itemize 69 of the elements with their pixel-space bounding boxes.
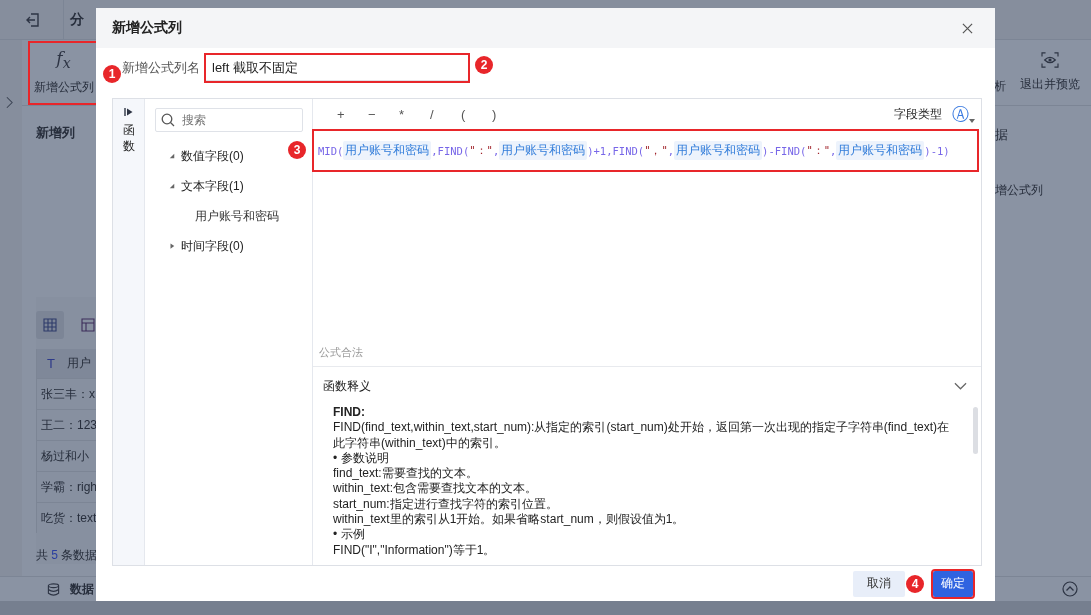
chevron-down-icon[interactable] xyxy=(954,382,967,390)
tree-item[interactable]: 文本字段(1) xyxy=(181,177,244,195)
expanded-caret-icon[interactable] xyxy=(169,183,175,189)
field-type-dropdown[interactable]: Ⓐ xyxy=(952,103,969,126)
doc-text: within_text里的索引从1开始。如果省略start_num，则假设值为1。 xyxy=(333,512,686,528)
tree-item[interactable]: 数值字段(0) xyxy=(181,147,244,165)
functions-tab[interactable]: 函数 xyxy=(122,123,135,155)
operator-button[interactable]: * xyxy=(399,107,430,122)
exit-preview-button[interactable]: 退出并预览 xyxy=(1020,52,1080,93)
toolbar-button[interactable]: 析 xyxy=(994,78,1006,95)
doc-text: FIND(find_text,within_text,start_num):从指定的索引(start_num)处开始，返回第一次出现的指定子字符串(find_text)在此字符串(within_text)中的索引。 xyxy=(333,420,951,451)
callout-badge: 4 xyxy=(906,574,924,593)
formula-text: ,FIND( xyxy=(431,144,470,157)
eye-icon xyxy=(1041,52,1059,68)
callout-badge: 3 xyxy=(288,141,306,159)
operator-button[interactable]: − xyxy=(368,107,399,122)
exit-icon[interactable] xyxy=(25,11,41,28)
bottom-tab[interactable]: 数据 xyxy=(70,580,94,598)
formula-text: MID( xyxy=(318,144,344,157)
close-icon[interactable] xyxy=(962,22,973,34)
callout-badge: 2 xyxy=(475,56,493,74)
operator-button[interactable]: / xyxy=(430,107,461,122)
expand-panel-icon[interactable] xyxy=(123,107,134,117)
doc-heading: FIND: xyxy=(333,405,366,421)
section-title: 函数释义 xyxy=(323,377,371,395)
tree-item[interactable]: 用户账号和密码 xyxy=(155,201,302,231)
formula-text: , xyxy=(492,144,500,157)
collapsed-caret-icon[interactable] xyxy=(169,243,175,249)
doc-text: start_num:指定进行查找字符的索引位置。 xyxy=(333,496,559,513)
formula-text: "，" xyxy=(644,143,668,158)
scrollbar[interactable] xyxy=(973,407,978,454)
search-icon xyxy=(161,113,175,127)
doc-text: • 示例 xyxy=(333,527,366,543)
formula-status: 公式合法 xyxy=(313,345,981,367)
formula-text: "：" xyxy=(806,143,831,158)
formula-text: , xyxy=(667,144,675,157)
database-icon xyxy=(47,582,60,596)
operator-button[interactable]: ) xyxy=(492,107,523,122)
formula-text: )-1) xyxy=(924,144,950,157)
doc-text: find_text:需要查找的文本。 xyxy=(333,466,479,482)
doc-text: • 参数说明 xyxy=(333,450,390,467)
panel-text: 增公式列 xyxy=(995,182,1044,199)
record-count: 共 5 条数据 xyxy=(36,547,99,564)
formula-text: , xyxy=(830,144,837,157)
caret-icon[interactable] xyxy=(969,118,975,123)
tree-item[interactable]: 时间字段(0) xyxy=(181,237,244,255)
field-chip: 用户账号和密码 xyxy=(674,141,763,160)
search-field[interactable]: 搜索 xyxy=(155,108,303,132)
panel-title: 新增列 xyxy=(36,124,75,142)
field-label: 新增公式列名 xyxy=(122,59,200,77)
confirm-button[interactable]: 确定 xyxy=(933,570,973,597)
dialog-title: 新增公式列 xyxy=(112,19,182,37)
panel-text: 据 xyxy=(995,126,1009,144)
expanded-caret-icon[interactable] xyxy=(169,153,175,159)
column-name-field[interactable]: left 截取不固定 xyxy=(206,55,468,81)
cancel-button[interactable]: 取消 xyxy=(853,570,905,597)
formula-text: )-FIND( xyxy=(762,144,807,157)
doc-text: within_text:包含需要查找文本的文本。 xyxy=(333,481,539,497)
top-tab[interactable]: 分 xyxy=(70,10,84,29)
doc-text: FIND("I","Information")等于1。 xyxy=(333,542,497,558)
operator-button[interactable]: ( xyxy=(461,107,492,122)
operator-button[interactable]: + xyxy=(337,107,368,122)
field-chip: 用户账号和密码 xyxy=(343,141,432,160)
chevron-up-circle-icon[interactable] xyxy=(1062,581,1078,597)
field-chip: 用户账号和密码 xyxy=(836,141,925,160)
field-chip: 用户账号和密码 xyxy=(499,141,588,160)
field-type-label: 字段类型 xyxy=(894,106,942,123)
formula-text: )+1,FIND( xyxy=(587,144,645,157)
formula-text: "：" xyxy=(469,143,493,158)
